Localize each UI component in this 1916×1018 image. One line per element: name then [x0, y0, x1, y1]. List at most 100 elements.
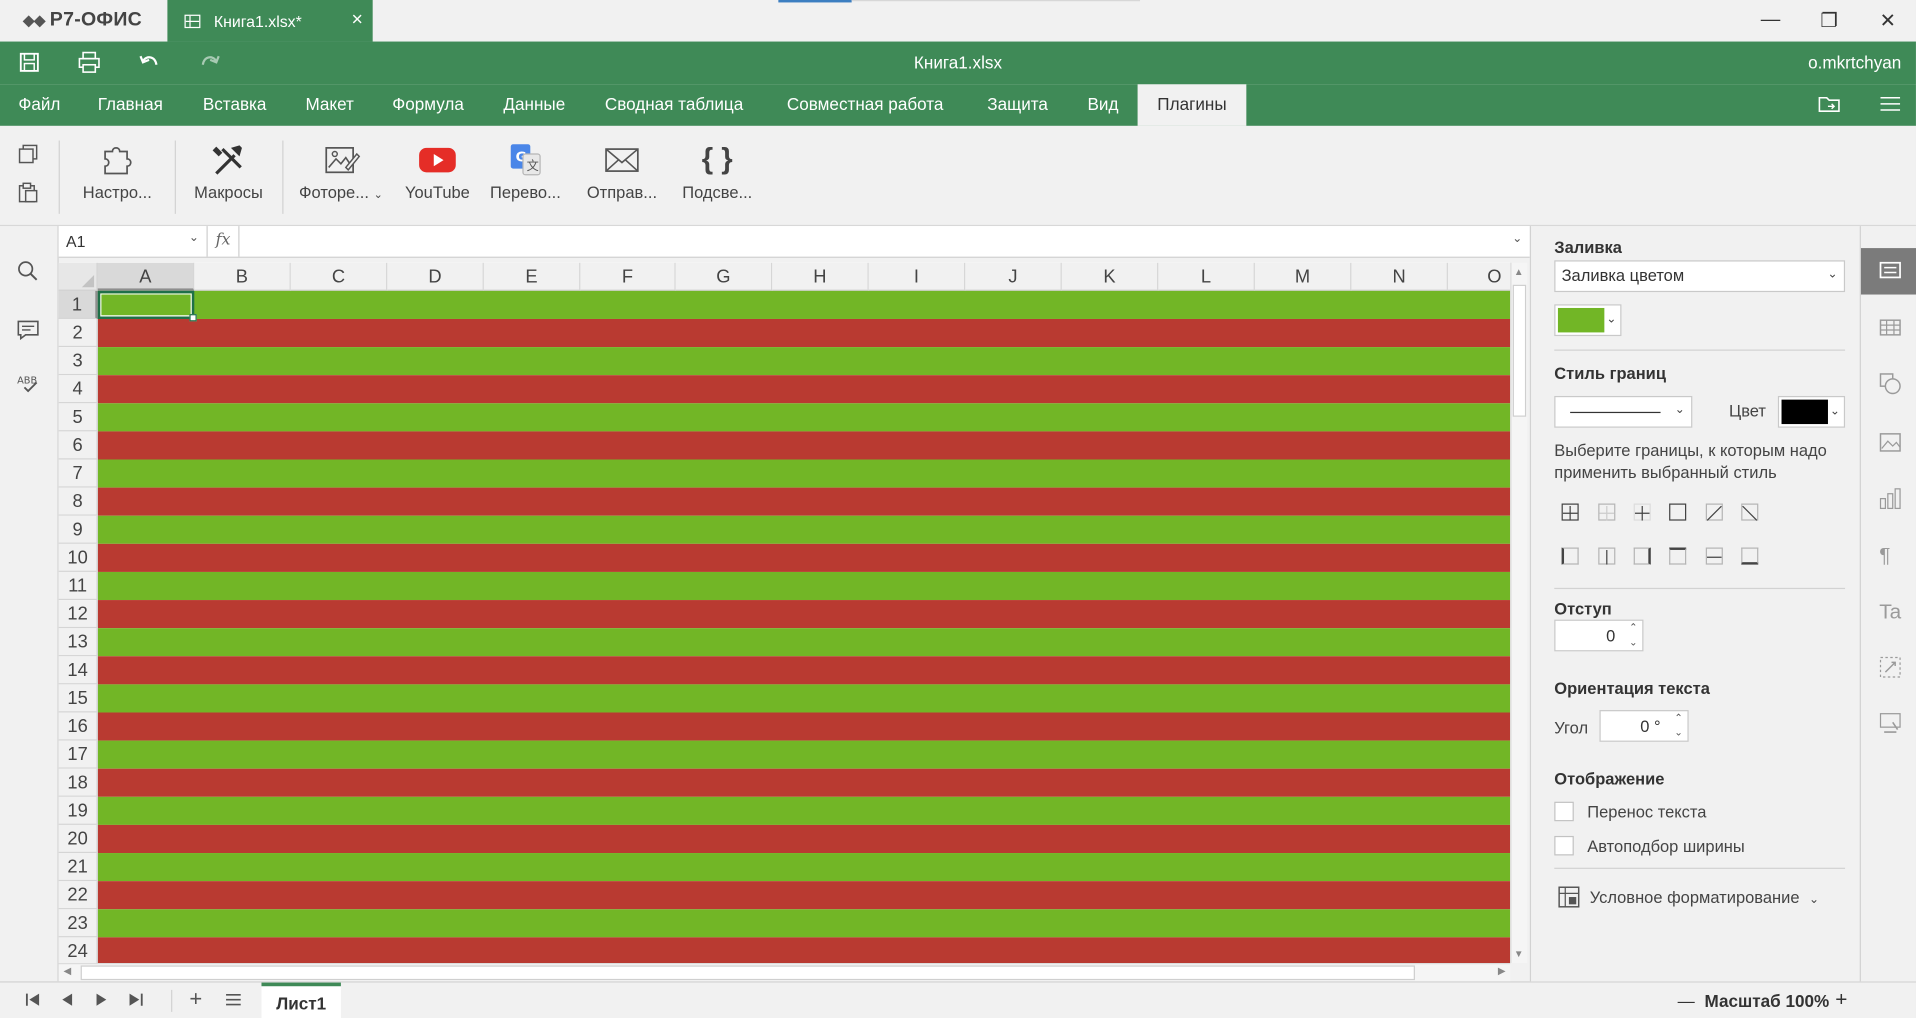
first-sheet-icon[interactable] — [24, 991, 41, 1012]
diagonal-down-border-icon[interactable] — [1741, 503, 1759, 522]
column-header-h[interactable]: H — [772, 262, 869, 291]
table-settings-icon[interactable] — [1879, 318, 1901, 344]
row-header-13[interactable]: 13 — [58, 628, 98, 657]
row-fill-17[interactable] — [97, 740, 1511, 769]
scroll-left-icon[interactable]: ◀ — [64, 965, 72, 976]
row-header-24[interactable]: 24 — [58, 937, 98, 964]
tab-protection[interactable]: Защита — [987, 84, 1048, 126]
row-fill-1[interactable] — [97, 290, 1511, 319]
row-header-5[interactable]: 5 — [58, 403, 98, 432]
conditional-formatting-button[interactable]: Условное форматирование ⌄ — [1590, 887, 1820, 911]
row-fill-20[interactable] — [97, 824, 1511, 854]
tab-layout[interactable]: Макет — [305, 84, 353, 126]
minimize-button[interactable]: — — [1740, 0, 1801, 42]
app-logo[interactable]: Р7-ОФИС — [0, 0, 166, 42]
column-header-k[interactable]: K — [1061, 262, 1159, 291]
row-header-8[interactable]: 8 — [58, 487, 98, 516]
insert-function-button[interactable]: fx — [208, 226, 240, 257]
tab-file[interactable]: Файл — [18, 84, 60, 126]
column-header-g[interactable]: G — [675, 262, 773, 291]
right-border-icon[interactable] — [1633, 547, 1651, 565]
row-header-19[interactable]: 19 — [58, 796, 98, 825]
scroll-down-icon[interactable]: ▼ — [1514, 948, 1524, 959]
cell-settings-icon[interactable] — [1879, 260, 1901, 286]
column-header-c[interactable]: C — [290, 262, 388, 291]
vertical-scrollbar[interactable]: ▲ ▼ — [1510, 262, 1528, 964]
zoom-in-button[interactable]: + — [1835, 987, 1847, 1011]
send-button[interactable]: Отправ... — [579, 141, 665, 202]
add-sheet-icon[interactable]: + — [189, 986, 202, 1012]
row-header-1[interactable]: 1 — [58, 290, 98, 319]
row-fill-18[interactable] — [97, 768, 1511, 797]
row-fill-24[interactable] — [97, 937, 1511, 964]
spreadsheet-grid[interactable]: A B C D E F G H I J K L M N O 1 2 3 4 5 6 7 8 9 10 11 12 13 14 15 16 17… — [58, 262, 1511, 964]
row-header-12[interactable]: 12 — [58, 600, 98, 629]
row-header-18[interactable]: 18 — [58, 768, 98, 797]
bottom-border-icon[interactable] — [1741, 547, 1759, 565]
row-header-20[interactable]: 20 — [58, 824, 98, 854]
row-fill-6[interactable] — [97, 431, 1511, 460]
horizontal-scroll-thumb[interactable] — [80, 965, 1415, 981]
tab-home[interactable]: Главная — [98, 84, 163, 126]
outer-borders-icon[interactable] — [1669, 503, 1687, 521]
chevron-down-icon[interactable]: ⌄ — [374, 188, 383, 200]
border-line-style-select[interactable]: ⌄ — [1554, 395, 1693, 428]
fill-color-picker[interactable]: ⌄ — [1554, 304, 1622, 337]
row-fill-23[interactable] — [97, 909, 1511, 938]
row-header-23[interactable]: 23 — [58, 909, 98, 938]
image-settings-icon[interactable] — [1879, 431, 1901, 459]
fill-handle[interactable] — [189, 314, 197, 322]
row-header-2[interactable]: 2 — [58, 318, 98, 348]
last-sheet-icon[interactable] — [127, 991, 144, 1012]
search-icon[interactable] — [17, 260, 39, 288]
row-fill-9[interactable] — [97, 515, 1511, 544]
row-fill-12[interactable] — [97, 600, 1511, 629]
column-header-j[interactable]: J — [965, 262, 1062, 291]
text-art-settings-icon[interactable]: Ta — [1879, 600, 1901, 624]
column-header-i[interactable]: I — [868, 262, 966, 291]
column-header-f[interactable]: F — [580, 262, 676, 291]
row-fill-16[interactable] — [97, 712, 1511, 741]
inner-borders-icon[interactable] — [1633, 503, 1651, 521]
no-borders-icon[interactable] — [1598, 503, 1616, 521]
chevron-down-icon[interactable]: ⌄ — [1606, 313, 1616, 326]
vertical-scroll-thumb[interactable] — [1512, 284, 1527, 417]
horizontal-scrollbar[interactable]: ◀ ▶ — [58, 963, 1511, 982]
pivot-settings-icon[interactable] — [1879, 656, 1901, 684]
column-header-e[interactable]: E — [483, 262, 581, 291]
row-fill-4[interactable] — [97, 375, 1511, 404]
sheet-list-icon[interactable] — [225, 991, 242, 1012]
translator-button[interactable]: G文 Перево... — [484, 141, 567, 202]
row-header-17[interactable]: 17 — [58, 740, 98, 769]
chevron-down-icon[interactable]: ⌄ — [1827, 268, 1837, 281]
close-tab-icon[interactable]: × — [351, 10, 362, 32]
row-header-15[interactable]: 15 — [58, 684, 98, 713]
expand-formula-icon[interactable]: ⌄ — [1512, 232, 1522, 245]
row-fill-5[interactable] — [97, 403, 1511, 432]
row-header-3[interactable]: 3 — [58, 347, 98, 376]
zoom-level[interactable]: Масштаб 100% — [1705, 991, 1830, 1011]
previous-sheet-icon[interactable] — [59, 991, 76, 1012]
chevron-down-icon[interactable]: ⌄ — [1830, 405, 1840, 418]
row-fill-15[interactable] — [97, 684, 1511, 713]
select-all-corner[interactable] — [58, 262, 98, 291]
row-header-21[interactable]: 21 — [58, 853, 98, 882]
column-header-l[interactable]: L — [1158, 262, 1255, 291]
column-header-n[interactable]: N — [1351, 262, 1448, 291]
paragraph-settings-icon[interactable]: ¶ — [1879, 544, 1890, 568]
row-fill-8[interactable] — [97, 487, 1511, 516]
top-border-icon[interactable] — [1669, 547, 1687, 565]
close-window-button[interactable]: ✕ — [1857, 0, 1916, 42]
row-header-7[interactable]: 7 — [58, 459, 98, 488]
macros-button[interactable]: Макросы — [186, 141, 272, 202]
chevron-down-icon[interactable]: ⌄ — [1675, 403, 1685, 416]
column-header-b[interactable]: B — [194, 262, 291, 291]
fill-type-select[interactable]: Заливка цветом ⌄ — [1554, 260, 1846, 293]
row-fill-14[interactable] — [97, 656, 1511, 685]
row-fill-11[interactable] — [97, 571, 1511, 601]
scroll-right-icon[interactable]: ▶ — [1498, 965, 1506, 976]
tab-collaboration[interactable]: Совместная работа — [787, 84, 944, 126]
scroll-up-icon[interactable]: ▲ — [1514, 266, 1524, 277]
row-header-22[interactable]: 22 — [58, 881, 98, 910]
restore-button[interactable]: ❐ — [1799, 0, 1860, 42]
